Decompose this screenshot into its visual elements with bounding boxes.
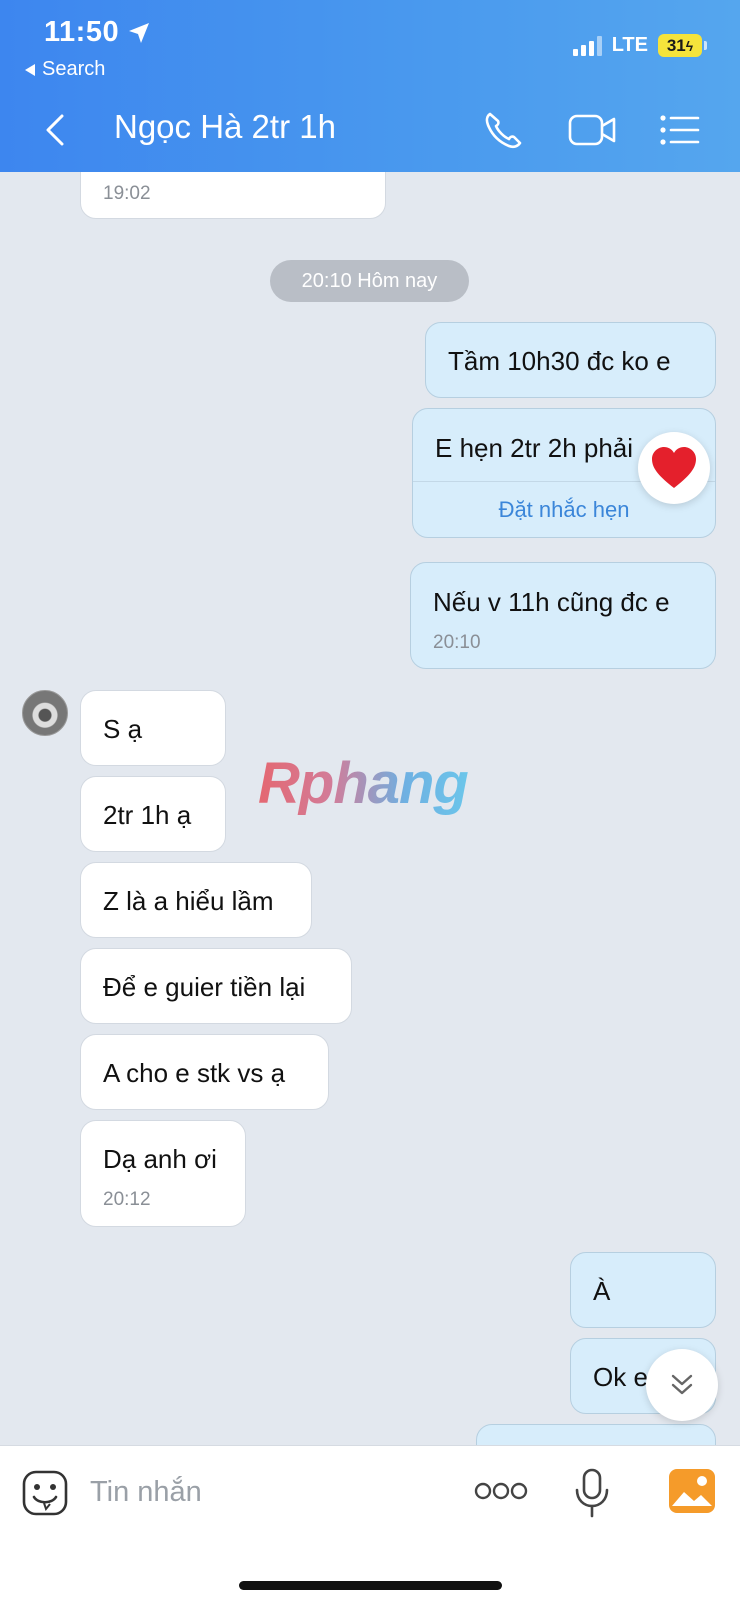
message-time: 20:12 — [103, 1189, 151, 1210]
message-text: Nếu v 11h cũng đc e — [433, 587, 670, 617]
home-indicator — [239, 1581, 502, 1590]
message-outgoing[interactable]: Tầm 10h30 đc ko e — [425, 322, 716, 398]
message-incoming[interactable]: A cho e stk vs ạ — [80, 1034, 329, 1110]
clock: 11:50 — [44, 16, 120, 48]
status-time: 11:50 — [44, 16, 151, 49]
message-time: 19:02 — [103, 183, 151, 204]
phone-icon[interactable] — [480, 108, 528, 152]
video-call-icon[interactable] — [568, 108, 616, 152]
small-back-triangle-icon — [25, 63, 35, 76]
back-arrow-icon[interactable] — [40, 112, 70, 148]
back-to-search[interactable]: Search — [24, 58, 105, 81]
message-outgoing[interactable]: À — [570, 1252, 716, 1328]
message-incoming[interactable]: 2tr 1h ạ — [80, 776, 226, 852]
message-input[interactable]: Tin nhắn — [90, 1476, 202, 1509]
contact-avatar[interactable] — [22, 690, 68, 736]
watermark-logo: Rphang — [258, 751, 469, 816]
message-text: S ạ — [103, 714, 143, 744]
message-incoming[interactable]: Z là a hiểu lầm — [80, 862, 312, 938]
message-time: 20:10 — [433, 632, 481, 653]
message-text: Ok e — [593, 1362, 648, 1392]
signal-icon — [572, 35, 602, 56]
message-text: 2tr 1h ạ — [103, 800, 192, 830]
message-text: Để e guier tiền lại — [103, 972, 306, 1002]
chat-header: 11:50 Search LTE 31 ϟ Ngọc Hà 2tr 1h — [0, 0, 740, 172]
message-outgoing[interactable]: Nếu v 11h cũng đc e 20:10 — [410, 562, 716, 669]
chat-title[interactable]: Ngọc Hà 2tr 1h — [114, 108, 336, 146]
date-separator: 20:10 Hôm nay — [270, 260, 469, 302]
double-chevron-down-icon — [671, 1374, 693, 1395]
reaction-button[interactable] — [638, 432, 710, 504]
message-text: Dạ anh ơi — [103, 1144, 217, 1174]
photo-gallery-icon[interactable] — [668, 1468, 716, 1514]
message-text: A cho e stk vs ạ — [103, 1058, 286, 1088]
back-app-label: Search — [42, 58, 106, 80]
message-incoming[interactable]: 19:02 — [80, 172, 386, 219]
message-composer: Tin nhắn — [0, 1445, 740, 1600]
message-text: E hẹn 2tr 2h phải — [435, 433, 634, 463]
message-incoming[interactable]: S ạ — [80, 690, 226, 766]
battery-level: 31 — [666, 35, 686, 55]
message-text: À — [593, 1276, 611, 1306]
sticker-emoji-icon[interactable] — [22, 1470, 68, 1516]
menu-list-icon[interactable] — [658, 108, 706, 152]
status-indicators: LTE 31 ϟ — [572, 34, 707, 57]
message-incoming[interactable]: Dạ anh ơi 20:12 — [80, 1120, 246, 1227]
message-incoming[interactable]: Để e guier tiền lại — [80, 948, 352, 1024]
more-options-icon[interactable] — [474, 1480, 528, 1502]
message-text: Tầm 10h30 đc ko e — [448, 346, 671, 376]
scroll-to-bottom-button[interactable] — [646, 1349, 718, 1421]
network-label: LTE — [611, 34, 648, 56]
message-outgoing[interactable] — [476, 1424, 716, 1445]
battery-icon: 31 ϟ — [658, 34, 707, 57]
location-arrow-icon — [129, 22, 150, 43]
message-list[interactable]: 19:02 20:10 Hôm nay Tầm 10h30 đc ko e E … — [0, 172, 740, 1445]
microphone-icon[interactable] — [574, 1468, 610, 1518]
heart-icon — [652, 447, 696, 488]
message-text: Z là a hiểu lầm — [103, 886, 274, 916]
